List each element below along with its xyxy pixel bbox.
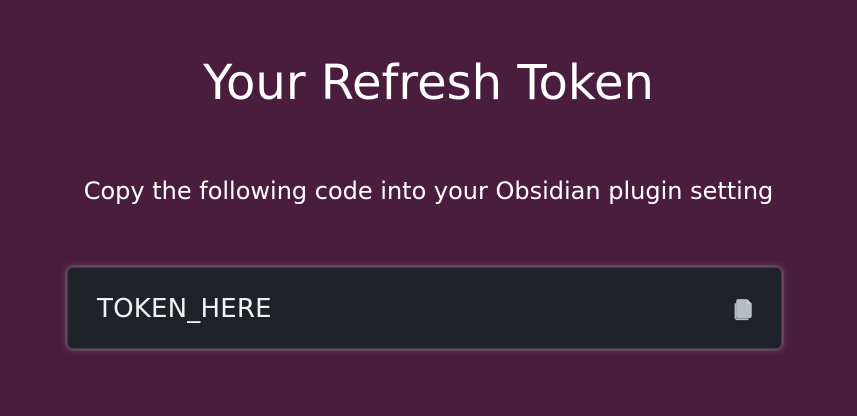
copy-icon-svg (734, 299, 752, 321)
page-title: Your Refresh Token (203, 55, 654, 111)
instruction-text: Copy the following code into your Obsidi… (83, 177, 774, 205)
copy-icon[interactable] (727, 293, 759, 325)
refresh-token-page: Your Refresh Token Copy the following co… (0, 0, 857, 416)
token-field[interactable]: TOKEN_HERE (67, 267, 782, 349)
token-value[interactable]: TOKEN_HERE (97, 294, 272, 324)
